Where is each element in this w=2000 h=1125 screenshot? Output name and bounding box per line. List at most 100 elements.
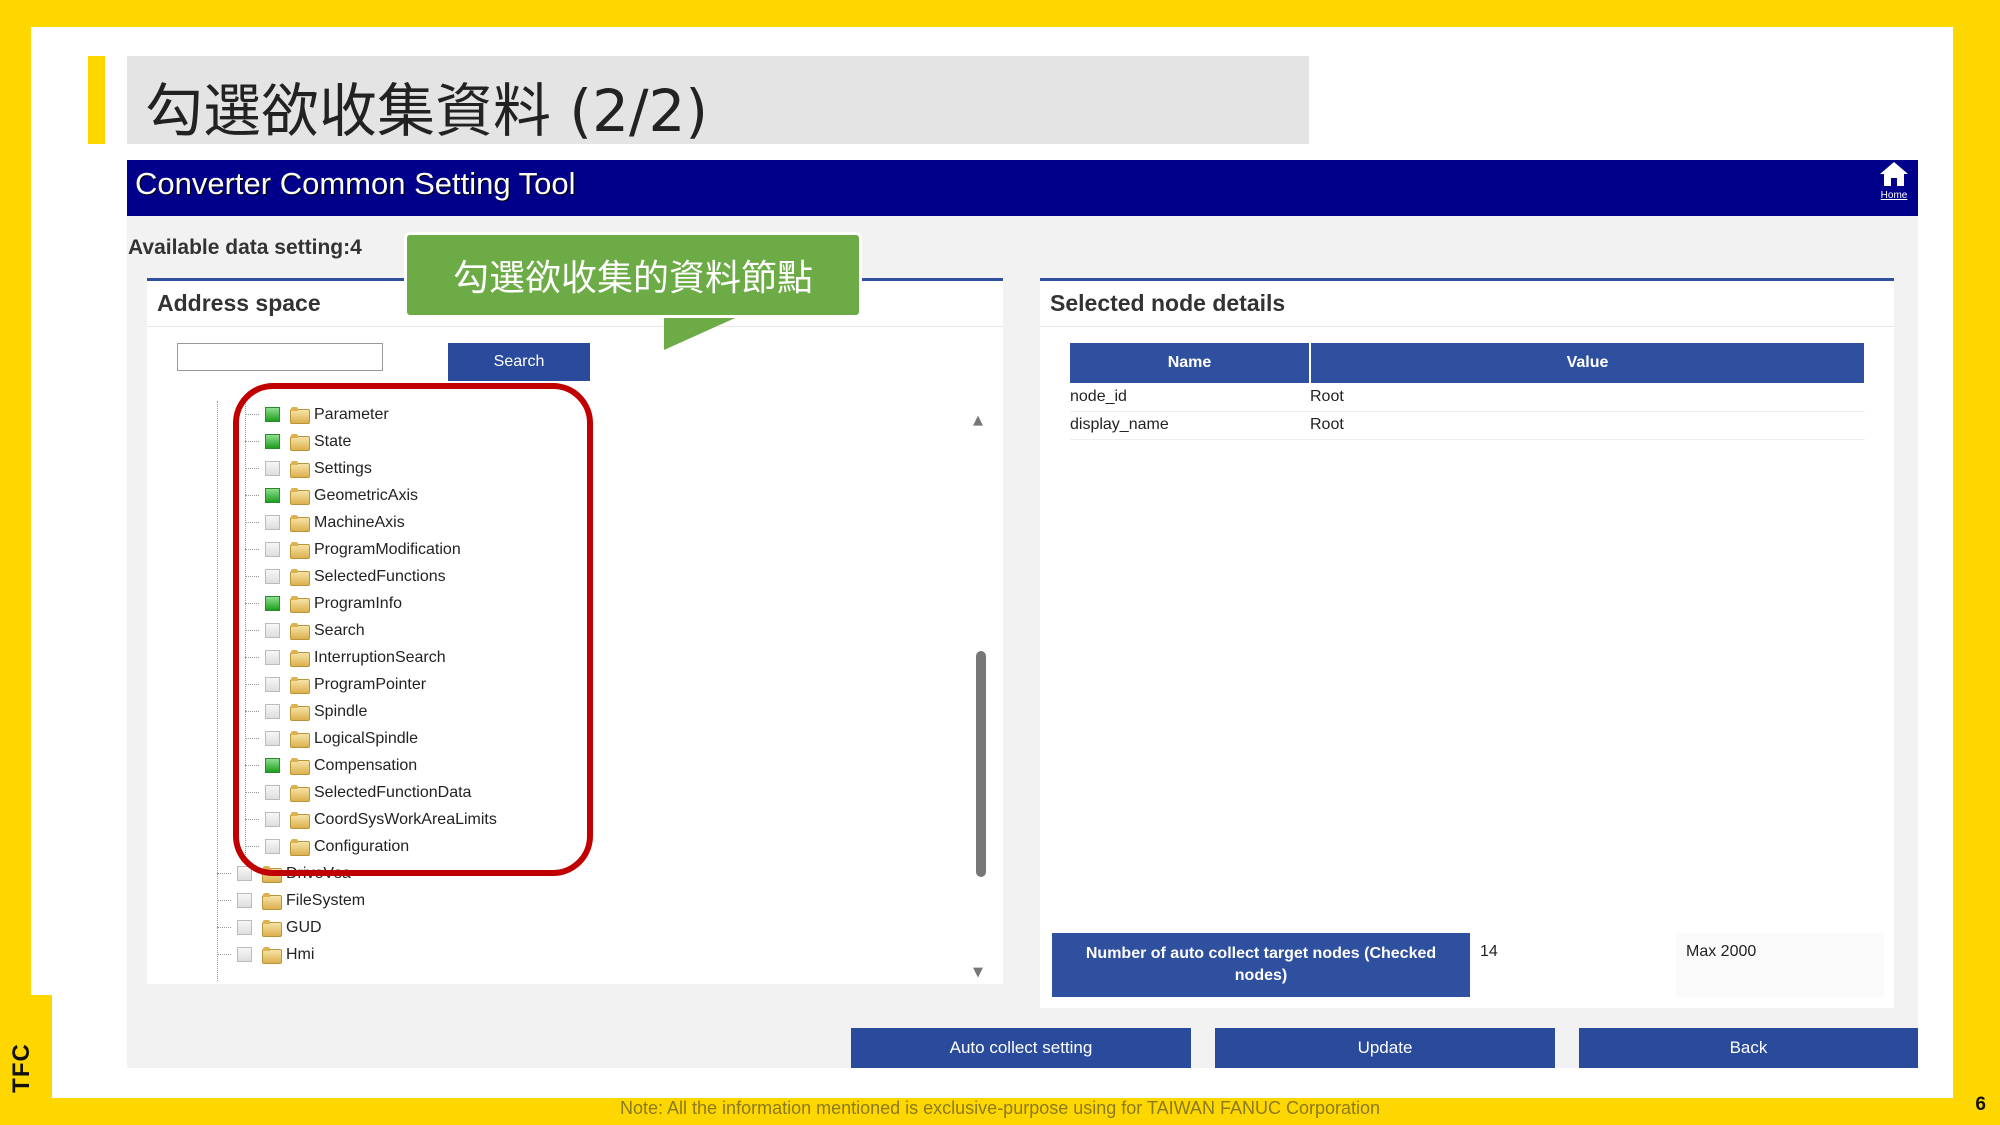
checkbox[interactable] (265, 650, 280, 665)
table-row: display_name Root (1070, 411, 1865, 440)
search-input[interactable] (177, 343, 383, 371)
tree-node-interruptionsearch[interactable]: InterruptionSearch (245, 644, 446, 671)
checkbox[interactable] (265, 839, 280, 854)
node-details-panel: Selected node details Name Value node_id… (1040, 278, 1894, 1008)
checkbox[interactable] (265, 731, 280, 746)
app-window: Converter Common Setting Tool Home Avail… (127, 160, 1918, 1068)
back-button[interactable]: Back (1579, 1028, 1918, 1068)
tree-node-selectedfunctiondata[interactable]: SelectedFunctionData (245, 779, 471, 806)
callout-bubble: 勾選欲收集的資料節點 (404, 232, 862, 318)
folder-icon (290, 623, 310, 640)
update-button[interactable]: Update (1215, 1028, 1555, 1068)
address-tree: Parameter State Settings GeometricAxis M… (217, 401, 857, 989)
app-header: Converter Common Setting Tool Home (127, 160, 1918, 216)
folder-icon (290, 731, 310, 748)
checkbox[interactable] (265, 785, 280, 800)
tree-node-logicalspindle[interactable]: LogicalSpindle (245, 725, 418, 752)
cell-value: Root (1310, 383, 1865, 412)
tree-node-programpointer[interactable]: ProgramPointer (245, 671, 426, 698)
tree-node-state[interactable]: State (245, 428, 351, 455)
tree-node-label: GUD (286, 918, 322, 936)
folder-icon (290, 407, 310, 424)
tree-node-label: Configuration (314, 837, 410, 855)
cell-name: display_name (1070, 411, 1310, 440)
folder-icon (290, 515, 310, 532)
tree-node-machineaxis[interactable]: MachineAxis (245, 509, 405, 536)
checkbox[interactable] (237, 893, 252, 908)
checkbox-checked[interactable] (265, 434, 280, 449)
auto-collect-count-row: Number of auto collect target nodes (Che… (1052, 933, 1884, 997)
tree-node-label: ProgramInfo (314, 594, 403, 612)
checkbox[interactable] (237, 947, 252, 962)
count-max: Max 2000 (1676, 933, 1884, 997)
tree-node-label: Search (314, 621, 365, 639)
cell-value: Root (1310, 411, 1865, 440)
tree-node-label: SelectedFunctions (314, 567, 446, 585)
tree-node-spindle[interactable]: Spindle (245, 698, 367, 725)
checkbox-checked[interactable] (265, 407, 280, 422)
app-title: Converter Common Setting Tool (135, 166, 576, 201)
folder-icon (262, 920, 282, 937)
tree-node-label: Spindle (314, 702, 368, 720)
tree-node-label: Parameter (314, 405, 389, 423)
checkbox[interactable] (237, 866, 252, 881)
tree-node-label: Settings (314, 459, 372, 477)
scrollbar-thumb[interactable] (976, 651, 986, 877)
tree-node-programinfo[interactable]: ProgramInfo (245, 590, 402, 617)
folder-icon (290, 785, 310, 802)
scroll-up-arrow-icon[interactable]: ▲ (973, 413, 983, 428)
tree-node-label: ProgramPointer (314, 675, 427, 693)
count-value: 14 (1480, 943, 1498, 960)
tree-node-settings[interactable]: Settings (245, 455, 372, 482)
search-button[interactable]: Search (448, 343, 590, 381)
checkbox[interactable] (265, 542, 280, 557)
cell-name: node_id (1070, 383, 1310, 412)
checkbox[interactable] (265, 704, 280, 719)
folder-icon (290, 704, 310, 721)
tree-node-compensation[interactable]: Compensation (245, 752, 417, 779)
slide-title-box: 勾選欲收集資料 (2/2) (127, 56, 1309, 145)
available-data-label: Available data setting:4 (128, 236, 362, 259)
folder-icon (262, 866, 282, 883)
checkbox[interactable] (237, 920, 252, 935)
node-details-header: Selected node details (1040, 281, 1894, 327)
checkbox-checked[interactable] (265, 758, 280, 773)
auto-collect-setting-button[interactable]: Auto collect setting (851, 1028, 1191, 1068)
tree-node-coordsysworkarealimits[interactable]: CoordSysWorkAreaLimits (245, 806, 497, 833)
tree-node-parameter[interactable]: Parameter (245, 401, 389, 428)
tree-node-label: Compensation (314, 756, 418, 774)
checkbox[interactable] (265, 515, 280, 530)
tree-node-geometricaxis[interactable]: GeometricAxis (245, 482, 418, 509)
tree-node-configuration[interactable]: Configuration (245, 833, 409, 860)
checkbox[interactable] (265, 812, 280, 827)
scroll-down-arrow-icon[interactable]: ▼ (973, 965, 983, 980)
tree-node-hmi[interactable]: Hmi (217, 941, 314, 968)
slide-title: 勾選欲收集資料 (2/2) (145, 77, 709, 145)
folder-icon (290, 569, 310, 586)
tree-node-drivevsa[interactable]: DriveVsa (217, 860, 351, 887)
checkbox-checked[interactable] (265, 488, 280, 503)
tree-node-label: FileSystem (286, 891, 366, 909)
tree-node-gud[interactable]: GUD (217, 914, 322, 941)
tree-node-label: GeometricAxis (314, 486, 419, 504)
tree-node-search[interactable]: Search (245, 617, 365, 644)
tree-node-filesystem[interactable]: FileSystem (217, 887, 365, 914)
folder-icon (290, 650, 310, 667)
address-space-panel: Address space Search Parameter State Set… (147, 278, 1003, 984)
checkbox-checked[interactable] (265, 596, 280, 611)
folder-icon (262, 947, 282, 964)
tree-node-selectedfunctions[interactable]: SelectedFunctions (245, 563, 446, 590)
folder-icon (262, 893, 282, 910)
home-icon (1880, 162, 1908, 186)
folder-icon (290, 839, 310, 856)
home-button[interactable]: Home (1872, 160, 1916, 204)
tree-node-programmodification[interactable]: ProgramModification (245, 536, 461, 563)
checkbox[interactable] (265, 461, 280, 476)
page-number: 6 (1975, 1094, 1986, 1115)
checkbox[interactable] (265, 569, 280, 584)
checkbox[interactable] (265, 677, 280, 692)
checkbox[interactable] (265, 623, 280, 638)
tree-node-label: DriveVsa (286, 864, 351, 882)
tree-node-label: State (314, 432, 352, 450)
tree-node-label: SelectedFunctionData (314, 783, 472, 801)
